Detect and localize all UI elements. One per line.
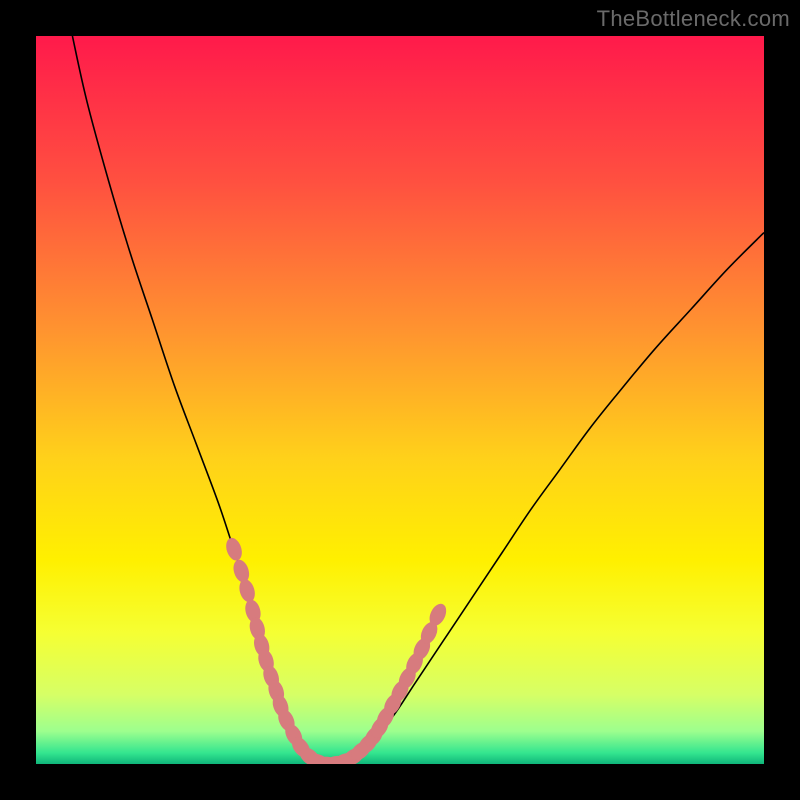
plot-area <box>36 36 764 764</box>
marker <box>224 536 244 562</box>
marker <box>231 558 251 584</box>
watermark-text: TheBottleneck.com <box>597 6 790 32</box>
curve-layer <box>36 36 764 764</box>
chart-frame: TheBottleneck.com <box>0 0 800 800</box>
marker <box>237 578 257 604</box>
highlighted-points <box>224 536 449 764</box>
